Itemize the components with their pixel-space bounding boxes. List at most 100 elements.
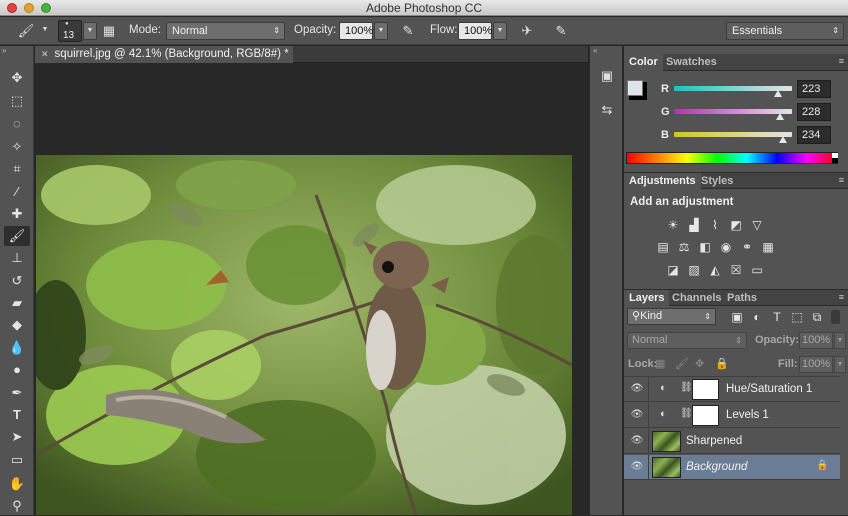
brush-tool-icon[interactable]: 🖌 — [4, 226, 30, 246]
flow-input[interactable]: 100% — [458, 22, 492, 40]
type-tool-icon[interactable]: T — [4, 405, 30, 425]
eraser-tool-icon[interactable]: ▰ — [4, 293, 30, 313]
color-balance-icon[interactable]: ⚖ — [675, 239, 693, 255]
channel-r-knob[interactable] — [774, 90, 782, 97]
layer-thumbnail[interactable] — [652, 457, 681, 478]
channel-g-slider[interactable] — [674, 109, 792, 114]
hand-tool-icon[interactable]: ✋ — [4, 474, 30, 494]
filter-adjustment-icon[interactable]: ◐ — [748, 309, 766, 325]
hue-saturation-icon[interactable]: ▤ — [654, 239, 672, 255]
filter-shape-icon[interactable]: ⬚ — [788, 309, 806, 325]
paint-bucket-tool-icon[interactable]: ◆ — [4, 315, 30, 335]
mask-link-icon[interactable]: ⛓ — [680, 408, 693, 419]
brightness-contrast-icon[interactable]: ☀ — [664, 217, 682, 233]
layer-row-levels[interactable]: 👁 ◐ ⛓ Levels 1 — [624, 403, 840, 428]
color-lookup-icon[interactable]: ▦ — [759, 239, 777, 255]
mode-select[interactable]: Normal ⇕ — [166, 22, 285, 40]
layer-mask-thumbnail[interactable] — [692, 405, 719, 426]
threshold-icon[interactable]: ◭ — [706, 262, 724, 278]
brush-panel-icon[interactable]: ▦ — [99, 22, 119, 40]
channel-b-slider[interactable] — [674, 132, 792, 137]
pen-tool-icon[interactable]: ✒ — [4, 383, 30, 403]
filter-type-icon[interactable]: T — [768, 309, 786, 325]
panel-menu-icon[interactable]: ≡ — [839, 292, 844, 302]
layer-row-background[interactable]: 👁 Background 🔒 — [624, 455, 840, 480]
vibrance-icon[interactable]: ▽ — [748, 217, 766, 233]
selective-color-icon[interactable]: ☒ — [727, 262, 745, 278]
collapse-dock-icon[interactable]: « — [593, 46, 597, 55]
invert-icon[interactable]: ◪ — [664, 262, 682, 278]
panel-menu-icon[interactable]: ≡ — [839, 175, 844, 185]
brush-size-picker[interactable]: ● 13 — [58, 20, 82, 42]
visibility-eye-icon[interactable]: 👁 — [630, 434, 644, 448]
channel-b-knob[interactable] — [779, 136, 787, 143]
brush-size-dropdown[interactable]: ▼ — [83, 22, 97, 40]
fill-input[interactable]: 100% — [799, 356, 833, 373]
workspace-select[interactable]: Essentials ⇕ — [726, 22, 844, 40]
dodge-tool-icon[interactable]: ● — [4, 360, 30, 380]
mask-link-icon[interactable]: ⛓ — [680, 382, 693, 393]
tab-paths[interactable]: Paths — [722, 290, 762, 307]
layer-row-sharpened[interactable]: 👁 Sharpened — [624, 429, 840, 454]
channel-b-value[interactable]: 234 — [797, 126, 831, 144]
channel-mixer-icon[interactable]: ⚭ — [738, 239, 756, 255]
tab-layers[interactable]: Layers — [624, 290, 670, 307]
lock-position-icon[interactable]: ✥ — [695, 357, 704, 370]
blur-tool-icon[interactable]: 💧 — [4, 338, 30, 358]
move-tool-icon[interactable]: ✥ — [4, 68, 30, 88]
tab-swatches[interactable]: Swatches — [661, 54, 722, 71]
brush-preset-icon[interactable]: 🖌 — [16, 22, 36, 40]
channel-g-knob[interactable] — [776, 113, 784, 120]
zoom-window-button[interactable] — [41, 3, 51, 13]
filter-smart-object-icon[interactable]: ⧉ — [808, 309, 826, 325]
gradient-map-icon[interactable]: ▭ — [748, 262, 766, 278]
close-tab-icon[interactable]: ✕ — [41, 49, 49, 59]
lasso-tool-icon[interactable]: ◌ — [4, 114, 30, 134]
opacity-dropdown[interactable]: ▼ — [374, 22, 388, 40]
layer-opacity-dropdown[interactable]: ▼ — [834, 332, 846, 349]
black-swatch[interactable] — [832, 158, 838, 163]
layer-name[interactable]: Hue/Saturation 1 — [726, 383, 812, 395]
foreground-color-swatch[interactable] — [627, 80, 643, 96]
quick-selection-tool-icon[interactable]: ✧ — [4, 137, 30, 157]
layer-thumbnail[interactable] — [652, 431, 681, 452]
fill-dropdown[interactable]: ▼ — [834, 356, 846, 373]
layer-name[interactable]: Background — [686, 461, 747, 473]
properties-panel-icon[interactable]: ⇆ — [597, 100, 617, 120]
flow-dropdown[interactable]: ▼ — [493, 22, 507, 40]
tab-styles[interactable]: Styles — [696, 173, 738, 190]
black-white-icon[interactable]: ◧ — [696, 239, 714, 255]
visibility-eye-icon[interactable]: 👁 — [630, 460, 644, 474]
posterize-icon[interactable]: ▨ — [685, 262, 703, 278]
pressure-size-icon[interactable]: ✎ — [551, 22, 571, 40]
path-selection-tool-icon[interactable]: ➤ — [4, 427, 30, 447]
lock-image-icon[interactable]: 🖌 — [675, 357, 689, 370]
zoom-tool-icon[interactable]: ⚲ — [4, 496, 30, 516]
channel-g-value[interactable]: 228 — [797, 103, 831, 121]
blend-mode-select[interactable]: Normal ⇕ — [627, 332, 747, 349]
collapse-tools-icon[interactable]: » — [2, 46, 6, 55]
visibility-eye-icon[interactable]: 👁 — [630, 408, 644, 422]
panel-menu-icon[interactable]: ≡ — [839, 56, 844, 66]
visibility-eye-icon[interactable]: 👁 — [630, 382, 644, 396]
exposure-icon[interactable]: ◩ — [727, 217, 745, 233]
color-spectrum-bar[interactable] — [626, 152, 838, 164]
photo-filter-icon[interactable]: ◉ — [717, 239, 735, 255]
curves-icon[interactable]: ⌇ — [706, 217, 724, 233]
tab-adjustments[interactable]: Adjustments — [624, 173, 701, 190]
channel-r-value[interactable]: 223 — [797, 80, 831, 98]
layer-mask-thumbnail[interactable] — [692, 379, 719, 400]
levels-icon[interactable]: ▟ — [685, 217, 703, 233]
document-tab[interactable]: ✕ squirrel.jpg @ 42.1% (Background, RGB/8… — [35, 46, 293, 63]
history-panel-icon[interactable]: ▣ — [597, 66, 617, 86]
clone-stamp-tool-icon[interactable]: ⊥ — [4, 248, 30, 268]
layer-name[interactable]: Levels 1 — [726, 409, 769, 421]
layer-filter-select[interactable]: ⚲Kind ⇕ — [627, 308, 716, 325]
tab-color[interactable]: Color — [624, 54, 663, 71]
opacity-input[interactable]: 100% — [339, 22, 373, 40]
marquee-tool-icon[interactable]: ⬚ — [4, 91, 30, 111]
minimize-window-button[interactable] — [24, 3, 34, 13]
tab-channels[interactable]: Channels — [667, 290, 727, 307]
healing-brush-tool-icon[interactable]: ✚ — [4, 204, 30, 224]
rectangle-tool-icon[interactable]: ▭ — [4, 450, 30, 470]
